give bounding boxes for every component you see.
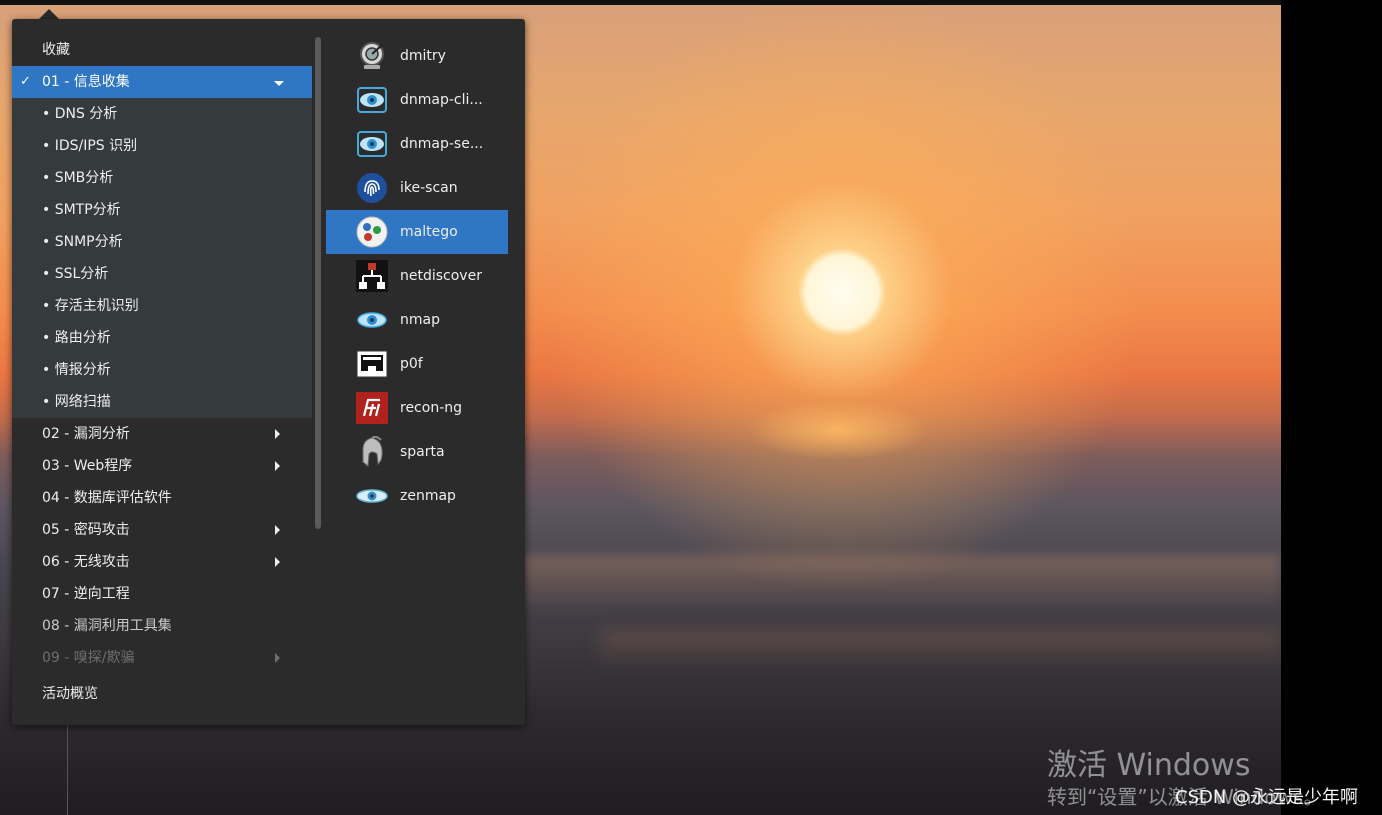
category-label: 01 - 信息收集: [42, 74, 130, 90]
zenmap-eye-icon: [356, 489, 388, 503]
subcategory-label: • SNMP分析: [42, 234, 123, 250]
app-zenmap[interactable]: zenmap: [326, 474, 508, 518]
submenu-arrow-icon: [275, 525, 280, 535]
subcategory-dns[interactable]: • DNS 分析: [12, 98, 312, 130]
recon-ng-icon: [356, 392, 388, 424]
app-label: netdiscover: [400, 268, 482, 284]
nmap-eye-icon: [357, 312, 387, 328]
wave-highlight: [520, 555, 1281, 615]
submenu-arrow-icon: [275, 461, 280, 471]
check-icon: ✓: [20, 74, 31, 89]
app-sparta[interactable]: sparta: [326, 430, 508, 474]
subcategory-label: • SMTP分析: [42, 202, 121, 218]
app-label: dnmap-se...: [400, 136, 484, 152]
category-label: 06 - 无线攻击: [42, 554, 130, 570]
app-label: dmitry: [400, 48, 446, 64]
app-label: maltego: [400, 224, 458, 240]
category-label: 09 - 嗅探/欺骗: [42, 650, 135, 666]
wave-highlight: [600, 630, 1281, 670]
category-label: 07 - 逆向工程: [42, 586, 130, 602]
category-list: 收藏 ✓ 01 - 信息收集 • DNS 分析 • IDS/IPS 识别 • S…: [12, 19, 312, 725]
top-panel: [0, 0, 1281, 5]
subcategory-label: • DNS 分析: [42, 106, 118, 122]
app-label: p0f: [400, 356, 423, 372]
subcategory-live-host[interactable]: • 存活主机识别: [12, 290, 312, 322]
subcategory-label: • 路由分析: [42, 330, 111, 346]
app-dmitry[interactable]: dmitry: [326, 34, 508, 78]
favorites-label: 收藏: [42, 42, 70, 58]
category-08[interactable]: 08 - 漏洞利用工具集: [12, 610, 312, 642]
subcategory-snmp[interactable]: • SNMP分析: [12, 226, 312, 258]
subcategory-ssl[interactable]: • SSL分析: [12, 258, 312, 290]
dock-divider: [67, 720, 68, 815]
csdn-credit: CSDN @永远是少年啊: [1175, 787, 1359, 808]
submenu-arrow-icon: [275, 653, 280, 663]
submenu-arrow-icon: [275, 557, 280, 567]
app-label: nmap: [400, 312, 440, 328]
dmitry-icon: [360, 42, 384, 69]
category-02[interactable]: 02 - 漏洞分析: [12, 418, 312, 450]
app-label: sparta: [400, 444, 445, 460]
category-label: 03 - Web程序: [42, 458, 133, 474]
dnmap-eye-icon: [357, 131, 387, 157]
app-maltego[interactable]: maltego: [326, 210, 508, 254]
screen-edge: [1281, 0, 1382, 815]
category-05[interactable]: 05 - 密码攻击: [12, 514, 312, 546]
app-label: ike-scan: [400, 180, 458, 196]
category-label: 02 - 漏洞分析: [42, 426, 130, 442]
dnmap-eye-icon: [357, 87, 387, 113]
applications-menu: 收藏 ✓ 01 - 信息收集 • DNS 分析 • IDS/IPS 识别 • S…: [12, 19, 525, 725]
category-09[interactable]: 09 - 嗅探/欺骗: [12, 642, 312, 674]
app-dnmap-client[interactable]: dnmap-cli...: [326, 78, 508, 122]
category-03[interactable]: 03 - Web程序: [12, 450, 312, 482]
app-dnmap-server[interactable]: dnmap-se...: [326, 122, 508, 166]
subcategory-label: • 情报分析: [42, 362, 111, 378]
fingerprint-icon: [357, 173, 387, 203]
subcategory-label: • SSL分析: [42, 266, 109, 282]
submenu-arrow-icon: [275, 429, 280, 439]
app-label: zenmap: [400, 488, 456, 504]
ethernet-port-icon: [356, 350, 388, 378]
app-nmap[interactable]: nmap: [326, 298, 508, 342]
app-label: dnmap-cli...: [400, 92, 483, 108]
app-p0f[interactable]: p0f: [326, 342, 508, 386]
subcategory-route[interactable]: • 路由分析: [12, 322, 312, 354]
category-07[interactable]: 07 - 逆向工程: [12, 578, 312, 610]
favorites-item[interactable]: 收藏: [12, 34, 312, 66]
app-ike-scan[interactable]: ike-scan: [326, 166, 508, 210]
expand-down-icon: [274, 81, 284, 86]
subcategory-label: • IDS/IPS 识别: [42, 138, 138, 154]
menu-pointer: [39, 9, 59, 19]
subcategory-smb[interactable]: • SMB分析: [12, 162, 312, 194]
app-netdiscover[interactable]: netdiscover: [326, 254, 508, 298]
subcategory-label: • SMB分析: [42, 170, 114, 186]
category-label: 04 - 数据库评估软件: [42, 490, 172, 506]
category-06[interactable]: 06 - 无线攻击: [12, 546, 312, 578]
subcategory-network-scan[interactable]: • 网络扫描: [12, 386, 312, 418]
maltego-icon: [356, 216, 388, 248]
subcategory-smtp[interactable]: • SMTP分析: [12, 194, 312, 226]
watermark-title: 激活 Windows: [1047, 748, 1251, 783]
subcategory-intel[interactable]: • 情报分析: [12, 354, 312, 386]
category-04[interactable]: 04 - 数据库评估软件: [12, 482, 312, 514]
subcategory-ids-ips[interactable]: • IDS/IPS 识别: [12, 130, 312, 162]
activities-overview-item[interactable]: 活动概览: [12, 678, 312, 710]
category-label: 08 - 漏洞利用工具集: [42, 618, 172, 634]
netdiscover-icon: [356, 260, 388, 292]
category-01[interactable]: ✓ 01 - 信息收集: [12, 66, 312, 98]
app-recon-ng[interactable]: recon-ng: [326, 386, 508, 430]
category-label: 05 - 密码攻击: [42, 522, 130, 538]
spartan-helmet-icon: [362, 436, 383, 467]
app-label: recon-ng: [400, 400, 463, 416]
subcategory-label: • 网络扫描: [42, 394, 111, 410]
category-scrollbar[interactable]: [315, 37, 321, 529]
activities-label: 活动概览: [42, 686, 98, 702]
subcategory-label: • 存活主机识别: [42, 298, 139, 314]
